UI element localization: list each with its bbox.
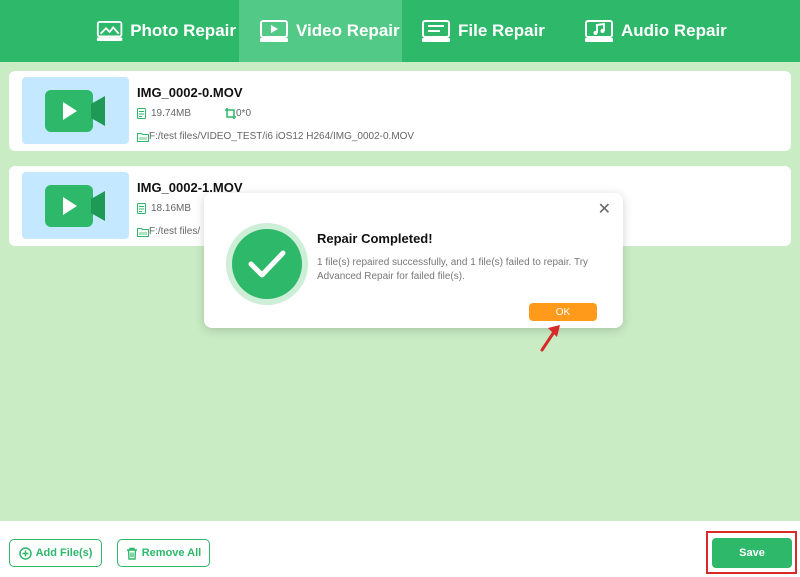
ok-button[interactable]: OK [529, 303, 597, 321]
resolution-icon [225, 108, 236, 119]
file-path: F:/test files/ [137, 226, 200, 237]
audio-repair-icon [585, 20, 613, 42]
repair-type-tabs: Photo Repair Video Repair File Repair Au… [0, 0, 800, 62]
file-size-value: 19.74MB [151, 108, 192, 119]
video-camera-icon [44, 89, 105, 132]
success-check-icon [226, 223, 308, 305]
file-name: IMG_0002-0.MOV [137, 85, 243, 100]
add-files-button[interactable]: Add File(s) [9, 539, 102, 567]
footer-bar: Add File(s) Remove All [0, 521, 800, 577]
tab-label: File Repair [458, 21, 545, 40]
file-size-icon [137, 203, 146, 214]
file-resolution: 0*0 [225, 108, 251, 119]
file-path-value: F:/test files/VIDEO_TEST/i6 iOS12 H264/I… [149, 131, 415, 142]
remove-all-button[interactable]: Remove All [117, 539, 210, 567]
video-repair-icon [260, 20, 288, 42]
video-thumbnail [22, 172, 129, 239]
close-icon[interactable]: ✕ [598, 199, 611, 219]
file-path-value: F:/test files/ [149, 226, 201, 237]
tab-label: Audio Repair [621, 21, 727, 40]
add-files-label: Add File(s) [35, 547, 93, 559]
file-repair-icon [422, 20, 450, 42]
file-size-icon [137, 108, 146, 119]
trash-icon [126, 547, 137, 560]
tab-audio-repair[interactable]: Audio Repair [584, 0, 729, 62]
file-path: F:/test files/VIDEO_TEST/i6 iOS12 H264/I… [137, 131, 414, 142]
save-button[interactable]: Save [712, 538, 792, 568]
tab-photo-repair[interactable]: Photo Repair [96, 0, 236, 62]
photo-repair-icon [96, 21, 123, 41]
tab-label: Photo Repair [130, 21, 236, 40]
video-thumbnail [22, 77, 129, 144]
file-size: 19.74MB [137, 108, 191, 119]
dialog-message: 1 file(s) repaired successfully, and 1 f… [317, 257, 589, 282]
folder-icon [137, 132, 149, 142]
video-camera-icon [44, 184, 105, 227]
file-size-value: 18.16MB [151, 203, 192, 214]
resolution-value: 0*0 [236, 108, 252, 119]
remove-all-label: Remove All [141, 547, 202, 559]
file-size: 18.16MB [137, 203, 191, 214]
pointer-arrow-icon [540, 325, 560, 352]
tab-label: Video Repair [296, 21, 400, 40]
plus-circle-icon [18, 546, 32, 560]
dialog-title: Repair Completed! [317, 231, 433, 246]
repair-completed-dialog: ✕ Repair Completed! 1 file(s) repaired s… [204, 193, 623, 328]
folder-icon [137, 227, 149, 237]
tab-file-repair[interactable]: File Repair [421, 0, 546, 62]
tab-video-repair[interactable]: Video Repair [239, 0, 402, 62]
file-card[interactable]: IMG_0002-0.MOV 19.74MB 0*0 F:/test files… [9, 71, 791, 151]
